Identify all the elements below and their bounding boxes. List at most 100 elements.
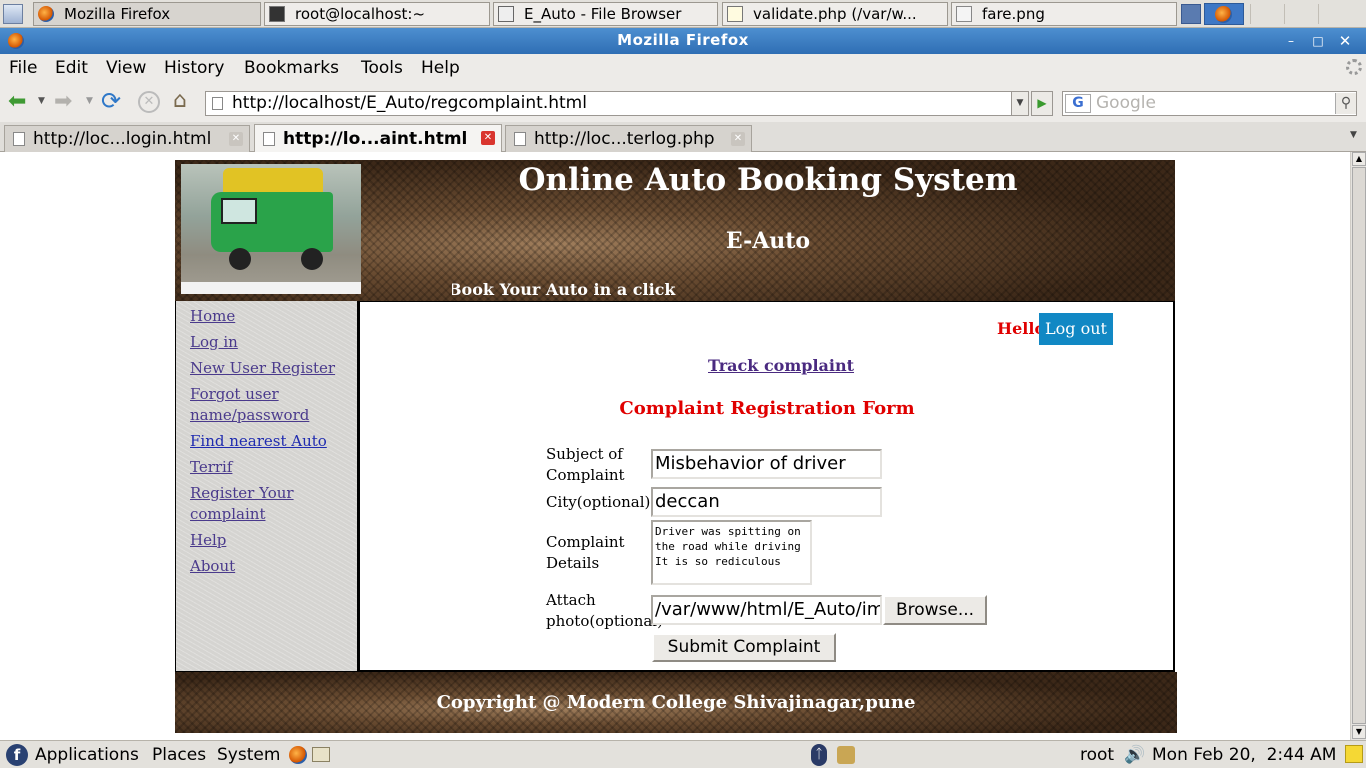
minimize-button[interactable]: – xyxy=(1280,31,1302,51)
update-notifier-icon[interactable] xyxy=(837,746,855,764)
subject-input[interactable]: Misbehavior of driver xyxy=(651,449,882,479)
tab-regcomplaint[interactable]: http://lo...aint.html ✕ xyxy=(254,124,502,152)
url-bar[interactable]: http://localhost/E_Auto/regcomplaint.htm… xyxy=(205,91,1028,116)
menu-file[interactable]: File xyxy=(9,58,37,78)
maximize-button[interactable]: □ xyxy=(1307,31,1329,51)
firefox-launcher-icon[interactable] xyxy=(289,746,307,764)
close-tab-icon[interactable]: ✕ xyxy=(731,132,745,146)
sidebar-link-forgot-password[interactable]: Forgot user name/password xyxy=(190,384,320,426)
site-title: Online Auto Booking System xyxy=(518,162,1018,198)
task-label: Mozilla Firefox xyxy=(64,5,171,23)
show-desktop-icon[interactable] xyxy=(3,4,23,24)
tab-terlog[interactable]: http://loc...terlog.php ✕ xyxy=(505,125,752,152)
scroll-thumb[interactable] xyxy=(1352,167,1366,724)
url-history-dropdown-icon[interactable]: ▼ xyxy=(1011,91,1029,116)
system-menu[interactable]: System xyxy=(217,745,280,765)
marquee-text: Book Your Auto in a click xyxy=(448,280,676,299)
logout-button[interactable]: Log out xyxy=(1039,313,1113,345)
close-tab-icon[interactable]: ✕ xyxy=(481,131,495,145)
close-window-button[interactable]: ✕ xyxy=(1334,31,1356,51)
window-title: Mozilla Firefox xyxy=(617,31,749,49)
details-textarea[interactable]: Driver was spitting on the road while dr… xyxy=(651,520,812,585)
menu-view[interactable]: View xyxy=(106,58,146,78)
close-tab-icon[interactable]: ✕ xyxy=(229,132,243,146)
browse-button[interactable]: Browse... xyxy=(883,595,987,625)
task-image-viewer[interactable]: fare.png xyxy=(951,2,1177,26)
site-subtitle: E-Auto xyxy=(725,228,811,254)
submit-complaint-button[interactable]: Submit Complaint xyxy=(652,633,836,662)
user-name: root xyxy=(1080,745,1115,765)
workspace-divider xyxy=(1250,4,1251,24)
photo-file-input[interactable]: /var/www/html/E_Auto/im xyxy=(651,595,882,625)
menu-history[interactable]: History xyxy=(164,58,224,78)
subject-label: Subject of Complaint xyxy=(546,445,625,484)
bottom-panel: f Applications Places System ᛏ root 🔊 Mo… xyxy=(0,740,1366,768)
mail-launcher-icon[interactable] xyxy=(312,747,330,762)
sidebar-link-complaint[interactable]: Register Your complaint xyxy=(190,483,300,525)
tab-bar: http://loc...login.html ✕ http://lo...ai… xyxy=(0,122,1366,152)
menu-bookmarks[interactable]: Bookmarks xyxy=(244,58,339,78)
auto-rickshaw-photo xyxy=(181,164,361,294)
reload-icon[interactable]: ⟳ xyxy=(101,89,121,113)
page-doc-icon xyxy=(263,131,275,146)
task-label: E_Auto - File Browser xyxy=(524,5,682,23)
sidebar-link-tariff[interactable]: Terrif xyxy=(190,457,232,478)
back-history-dropdown-icon[interactable]: ▼ xyxy=(38,96,45,106)
go-arrow-icon[interactable]: ▶ xyxy=(1031,91,1053,116)
sidebar-link-login[interactable]: Log in xyxy=(190,332,238,353)
file-browser-icon xyxy=(498,6,514,22)
sidebar-link-home[interactable]: Home xyxy=(190,306,235,327)
clock[interactable]: Mon Feb 20, 2:44 AM xyxy=(1152,745,1336,765)
workspace-1[interactable] xyxy=(1181,4,1201,24)
search-box[interactable]: G Google ⚲ xyxy=(1062,91,1357,116)
applications-menu[interactable]: Applications xyxy=(35,745,139,765)
task-file-browser[interactable]: E_Auto - File Browser xyxy=(493,2,718,26)
bluetooth-icon[interactable]: ᛏ xyxy=(811,744,827,766)
forward-arrow-icon[interactable]: ➡ xyxy=(54,91,72,113)
menu-help[interactable]: Help xyxy=(421,58,460,78)
task-firefox[interactable]: Mozilla Firefox xyxy=(33,2,261,26)
forward-history-dropdown-icon[interactable]: ▼ xyxy=(86,96,93,106)
scroll-up-arrow-icon[interactable]: ▲ xyxy=(1352,152,1366,166)
google-engine-icon[interactable]: G xyxy=(1065,94,1091,113)
navigation-toolbar: ⬅ ▼ ➡ ▼ ⟳ ✕ ⌂ http://localhost/E_Auto/re… xyxy=(0,82,1366,122)
task-terminal[interactable]: root@localhost:~ xyxy=(264,2,490,26)
window-title-bar: Mozilla Firefox – □ ✕ xyxy=(0,28,1366,54)
tab-label: http://loc...terlog.php xyxy=(534,129,715,149)
photo-caption-strip xyxy=(181,282,361,294)
places-menu[interactable]: Places xyxy=(152,745,206,765)
sidebar-link-help[interactable]: Help xyxy=(190,530,226,551)
menu-bar: File Edit View History Bookmarks Tools H… xyxy=(0,54,1366,82)
vertical-scrollbar[interactable]: ▲ ▼ xyxy=(1350,152,1366,740)
workspace-2[interactable] xyxy=(1204,3,1244,25)
sidebar-link-find-auto[interactable]: Find nearest Auto xyxy=(190,431,327,452)
volume-icon[interactable]: 🔊 xyxy=(1124,745,1145,765)
scroll-down-arrow-icon[interactable]: ▼ xyxy=(1352,725,1366,739)
top-taskbar: Mozilla Firefox root@localhost:~ E_Auto … xyxy=(0,0,1366,28)
menu-tools[interactable]: Tools xyxy=(361,58,403,78)
sidebar-link-about[interactable]: About xyxy=(190,556,235,577)
back-arrow-icon[interactable]: ⬅ xyxy=(8,91,26,113)
sidebar-link-register[interactable]: New User Register xyxy=(190,358,335,379)
search-placeholder: Google xyxy=(1096,93,1156,113)
notes-icon[interactable] xyxy=(1345,745,1363,763)
workspace-divider xyxy=(1318,4,1319,24)
tab-login[interactable]: http://loc...login.html ✕ xyxy=(4,125,250,152)
firefox-icon xyxy=(38,6,54,22)
rickshaw-windshield xyxy=(221,198,257,224)
city-input[interactable]: deccan xyxy=(651,487,882,517)
task-text-editor[interactable]: validate.php (/var/w... xyxy=(722,2,948,26)
activity-throbber-icon xyxy=(1346,59,1362,75)
page-doc-icon xyxy=(13,132,25,146)
track-complaint-link[interactable]: Track complaint xyxy=(708,356,854,375)
stop-icon[interactable]: ✕ xyxy=(138,91,160,113)
all-tabs-dropdown-icon[interactable]: ▼ xyxy=(1350,130,1357,140)
page-doc-icon xyxy=(514,132,526,146)
footer-copyright: Copyright @ Modern College Shivajinagar,… xyxy=(436,692,916,713)
form-title: Complaint Registration Form xyxy=(619,398,915,419)
menu-edit[interactable]: Edit xyxy=(55,58,88,78)
photo-label: Attach photo(optional) xyxy=(546,591,663,630)
search-magnifier-icon[interactable]: ⚲ xyxy=(1335,93,1356,114)
home-icon[interactable]: ⌂ xyxy=(173,89,187,113)
task-label: validate.php (/var/w... xyxy=(753,5,917,23)
